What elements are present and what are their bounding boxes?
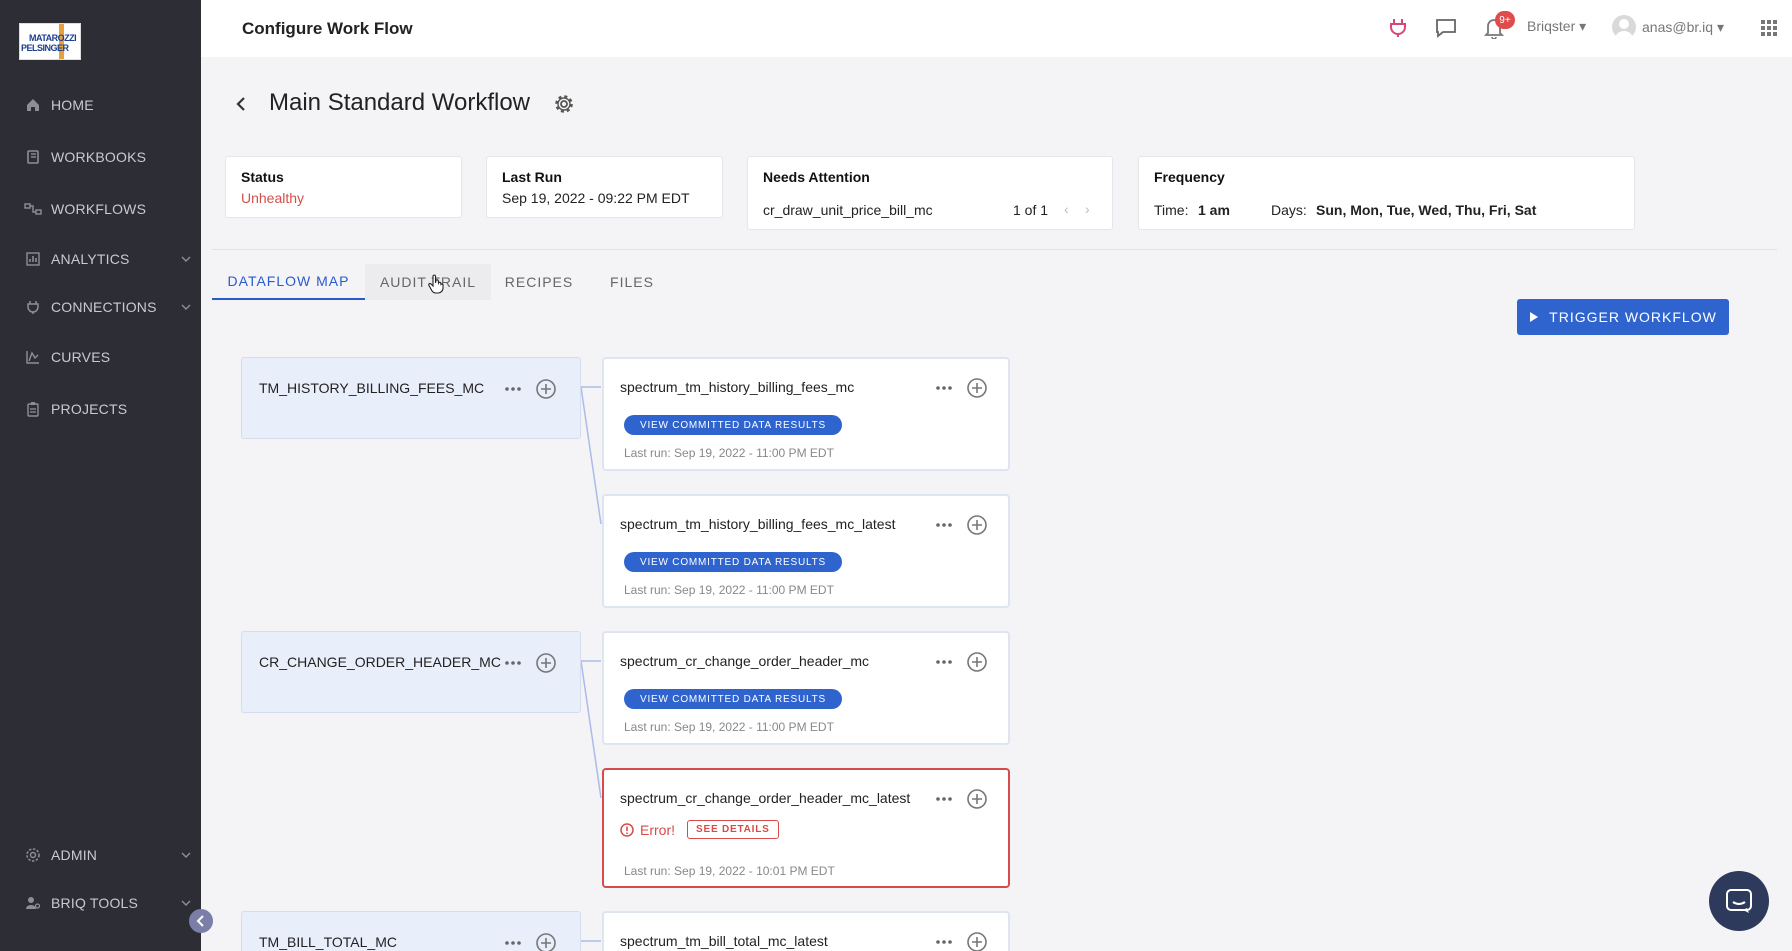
source-node[interactable]: CR_CHANGE_ORDER_HEADER_MC xyxy=(241,631,581,713)
more-options-icon[interactable] xyxy=(503,938,523,948)
dataflow-node[interactable]: spectrum_tm_history_billing_fees_mc_late… xyxy=(602,494,1010,608)
support-chat-button[interactable] xyxy=(1709,871,1769,931)
chevron-left-icon xyxy=(196,915,204,927)
add-circle-icon[interactable] xyxy=(536,379,556,399)
source-node[interactable]: TM_BILL_TOTAL_MC xyxy=(241,911,581,951)
add-circle-icon[interactable] xyxy=(967,378,987,398)
node-last-run: Last run: Sep 19, 2022 - 11:00 PM EDT xyxy=(624,583,834,597)
node-last-run: Last run: Sep 19, 2022 - 11:00 PM EDT xyxy=(624,720,834,734)
source-name: TM_BILL_TOTAL_MC xyxy=(259,934,397,950)
more-options-icon[interactable] xyxy=(503,658,523,668)
node-last-run: Last run: Sep 19, 2022 - 11:00 PM EDT xyxy=(624,446,834,460)
source-name: CR_CHANGE_ORDER_HEADER_MC xyxy=(259,654,501,670)
dataflow-node[interactable]: spectrum_tm_history_billing_fees_mc VIEW… xyxy=(602,357,1010,471)
dataflow-node[interactable]: spectrum_tm_bill_total_mc_latest xyxy=(602,911,1010,951)
add-circle-icon[interactable] xyxy=(967,932,987,951)
view-committed-results-button[interactable]: VIEW COMMITTED DATA RESULTS xyxy=(624,552,842,572)
view-committed-results-button[interactable]: VIEW COMMITTED DATA RESULTS xyxy=(624,689,842,709)
error-text: Error! xyxy=(640,821,675,838)
add-circle-icon[interactable] xyxy=(536,653,556,673)
more-options-icon[interactable] xyxy=(934,520,954,530)
collapse-sidebar-button[interactable] xyxy=(189,909,213,933)
more-options-icon[interactable] xyxy=(934,383,954,393)
error-icon xyxy=(620,822,634,837)
more-options-icon[interactable] xyxy=(503,384,523,394)
more-options-icon[interactable] xyxy=(934,937,954,947)
node-name: spectrum_tm_history_billing_fees_mc xyxy=(620,379,855,395)
dataflow-node[interactable]: spectrum_cr_change_order_header_mc VIEW … xyxy=(602,631,1010,745)
error-row: Error! SEE DETAILS xyxy=(620,820,779,839)
chat-icon xyxy=(1726,889,1752,913)
node-name: spectrum_tm_bill_total_mc_latest xyxy=(620,933,828,949)
add-circle-icon[interactable] xyxy=(967,515,987,535)
see-details-button[interactable]: SEE DETAILS xyxy=(687,820,779,839)
add-circle-icon[interactable] xyxy=(967,789,987,809)
source-name: TM_HISTORY_BILLING_FEES_MC xyxy=(259,380,485,396)
more-options-icon[interactable] xyxy=(934,794,954,804)
node-name: spectrum_tm_history_billing_fees_mc_late… xyxy=(620,516,896,532)
node-name: spectrum_cr_change_order_header_mc xyxy=(620,653,870,669)
dataflow-node-error[interactable]: spectrum_cr_change_order_header_mc_lates… xyxy=(602,768,1010,888)
node-last-run: Last run: Sep 19, 2022 - 10:01 PM EDT xyxy=(624,864,835,878)
node-name: spectrum_cr_change_order_header_mc_lates… xyxy=(620,790,911,806)
more-options-icon[interactable] xyxy=(934,657,954,667)
add-circle-icon[interactable] xyxy=(967,652,987,672)
source-node[interactable]: TM_HISTORY_BILLING_FEES_MC xyxy=(241,357,581,439)
add-circle-icon[interactable] xyxy=(536,933,556,951)
view-committed-results-button[interactable]: VIEW COMMITTED DATA RESULTS xyxy=(624,415,842,435)
